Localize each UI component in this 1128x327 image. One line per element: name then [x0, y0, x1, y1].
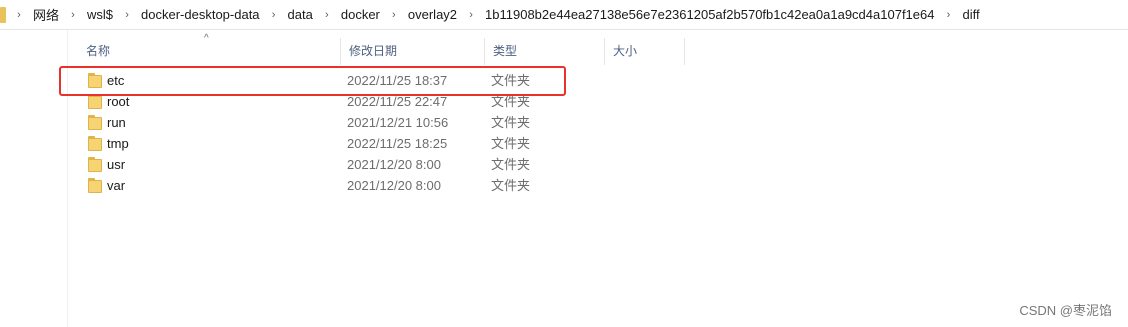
file-date-modified: 2021/12/20 8:00	[347, 178, 441, 193]
file-date-modified: 2021/12/21 10:56	[347, 115, 449, 130]
file-explorer-window: › 网络 › wsl$ › docker-desktop-data › data…	[0, 0, 1128, 327]
address-bar[interactable]: › 网络 › wsl$ › docker-desktop-data › data…	[0, 0, 1128, 30]
file-name: tmp	[107, 136, 129, 151]
chevron-right-icon[interactable]: ›	[116, 9, 138, 21]
breadcrumb-item-docker-desktop-data[interactable]: docker-desktop-data	[138, 7, 263, 22]
column-header: ^ 名称 修改日期 类型 大小	[78, 33, 688, 65]
highlight-box	[59, 66, 566, 96]
breadcrumb-item-overlay2[interactable]: overlay2	[405, 7, 460, 22]
column-header-type[interactable]: 类型	[485, 38, 605, 65]
folder-icon	[88, 94, 102, 109]
file-row-tmp[interactable]: tmp 2022/11/25 18:25 文件夹	[78, 133, 578, 154]
folder-icon	[88, 115, 102, 130]
column-header-size[interactable]: 大小	[605, 38, 685, 65]
file-row-usr[interactable]: usr 2021/12/20 8:00 文件夹	[78, 154, 578, 175]
breadcrumb-item-docker[interactable]: docker	[338, 7, 383, 22]
folder-icon	[88, 178, 102, 193]
column-header-date-modified[interactable]: 修改日期	[341, 38, 485, 65]
column-header-name[interactable]: 名称	[78, 38, 341, 65]
breadcrumb-item-wsl[interactable]: wsl$	[84, 7, 116, 22]
file-name: var	[107, 178, 126, 193]
file-type: 文件夹	[491, 115, 531, 130]
file-date-modified: 2022/11/25 18:25	[347, 136, 448, 151]
watermark: CSDN @枣泥馅	[1019, 303, 1112, 318]
folder-icon	[88, 157, 102, 172]
folder-icon	[0, 6, 6, 23]
file-type: 文件夹	[491, 136, 531, 151]
file-name: usr	[107, 157, 126, 172]
file-date-modified: 2021/12/20 8:00	[347, 157, 441, 172]
file-type: 文件夹	[491, 157, 531, 172]
breadcrumb-item-data[interactable]: data	[285, 7, 316, 22]
file-row-run[interactable]: run 2021/12/21 10:56 文件夹	[78, 112, 578, 133]
file-name: run	[107, 115, 126, 130]
chevron-right-icon[interactable]: ›	[937, 9, 959, 21]
folder-icon	[88, 136, 102, 151]
chevron-right-icon[interactable]: ›	[8, 9, 30, 21]
chevron-right-icon[interactable]: ›	[383, 9, 405, 21]
file-row-var[interactable]: var 2021/12/20 8:00 文件夹	[78, 175, 578, 196]
chevron-right-icon[interactable]: ›	[316, 9, 338, 21]
breadcrumb: › 网络 › wsl$ › docker-desktop-data › data…	[8, 5, 983, 24]
breadcrumb-item-network[interactable]: 网络	[30, 5, 62, 24]
breadcrumb-item-diff[interactable]: diff	[959, 7, 982, 22]
chevron-right-icon[interactable]: ›	[62, 9, 84, 21]
chevron-right-icon[interactable]: ›	[263, 9, 285, 21]
breadcrumb-item-layer-id[interactable]: 1b11908b2e44ea27138e56e7e2361205af2b570f…	[482, 7, 937, 22]
chevron-right-icon[interactable]: ›	[460, 9, 482, 21]
file-type: 文件夹	[491, 178, 531, 193]
